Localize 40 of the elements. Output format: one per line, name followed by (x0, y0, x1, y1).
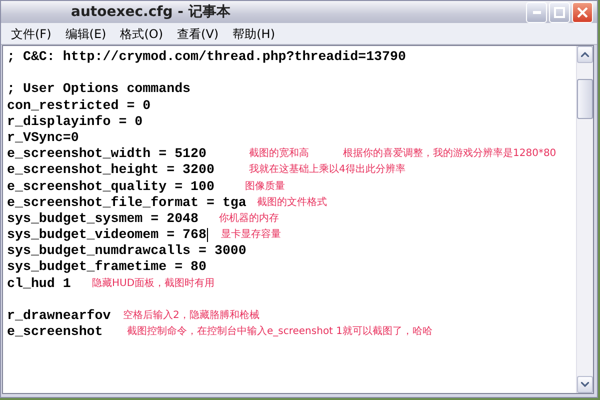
code-line: r_displayinfo = 0 (7, 114, 143, 129)
code-line: cl_hud 1 (7, 276, 71, 291)
annotation: 截图的文件格式 (257, 196, 327, 210)
scrollbar[interactable] (576, 46, 593, 393)
code-line: ; User Options commands (7, 81, 191, 96)
code-line: sys_budget_numdrawcalls = 3000 (7, 243, 246, 258)
annotation: 你机器的内存 (219, 212, 279, 226)
code-line: sys_budget_frametime = 80 (7, 259, 206, 274)
menu-item[interactable]: 文件(F) (4, 24, 58, 42)
menu-item[interactable]: 格式(O) (113, 24, 170, 42)
annotation: 图像质量 (245, 180, 285, 194)
code-line: e_screenshot_file_format = tga (7, 194, 246, 210)
code-line: e_screenshot_quality = 100 (7, 178, 214, 194)
code-line: e_screenshot_height = 3200 (7, 162, 214, 178)
annotation: 显卡显存容量 (221, 228, 281, 242)
code-line: e_screenshot (7, 324, 103, 340)
annotation: 截图的宽和高 (249, 146, 309, 162)
code-line: r_drawnearfov (7, 308, 111, 323)
scroll-down-button[interactable] (577, 376, 593, 393)
maximize-icon (554, 6, 565, 18)
menu-item[interactable]: 编辑(E) (58, 24, 114, 42)
annotation: 空格后输入2，隐藏胳膊和枪械 (123, 308, 260, 323)
window-title: autoexec.cfg - 记事本 (71, 2, 232, 22)
code-line: con_restricted = 0 (7, 98, 151, 113)
scroll-thumb[interactable] (577, 79, 593, 119)
annotation: 我就在这基础上乘以4得出此分辨率 (249, 162, 406, 178)
code-line: ; C&C: http://crymod.com/thread.php?threadid=13790 (7, 49, 406, 64)
annotation: 隐藏HUD面板，截图时有用 (92, 276, 215, 291)
code-line: e_screenshot_width = 5120 (7, 146, 206, 162)
close-button[interactable] (572, 2, 593, 22)
code-line: sys_budget_sysmem = 2048 (7, 210, 199, 226)
annotation: 截图控制命令，在控制台中输入e_screenshot 1就可以截图了，哈哈 (127, 324, 433, 340)
code-line: r_VSync=0 (7, 130, 79, 145)
close-icon (577, 6, 588, 18)
minimize-icon (532, 10, 540, 14)
scroll-up-button[interactable] (577, 46, 593, 63)
menu-item[interactable]: 查看(V) (170, 24, 226, 42)
menu-item[interactable]: 帮助(H) (226, 24, 282, 42)
code-line: sys_budget_videomem = 768 (7, 227, 206, 242)
annotation: 根据你的喜爱调整，我的游戏分辨率是1280*80 (343, 146, 556, 162)
